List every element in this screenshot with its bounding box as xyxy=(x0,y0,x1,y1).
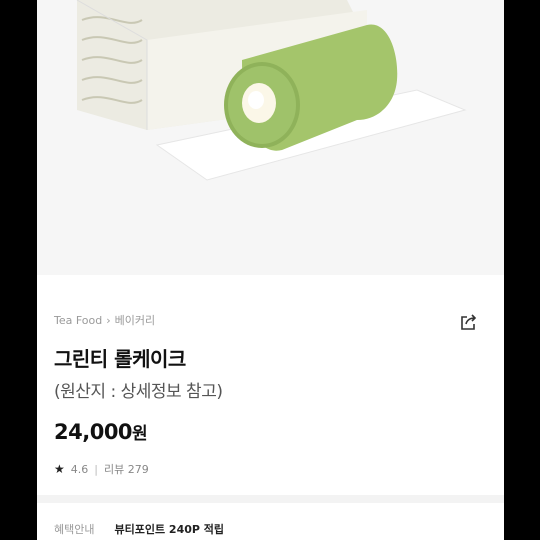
star-icon: ★ xyxy=(54,462,65,476)
price-unit: 원 xyxy=(132,424,148,444)
benefit-label: 혜택안내 xyxy=(54,523,95,536)
product-illustration xyxy=(76,0,467,181)
breadcrumb: Tea Food › 베이커리 xyxy=(54,312,155,328)
benefit-row: 혜택안내 뷰티포인트 240P 적립 xyxy=(54,521,224,537)
divider-bar: | xyxy=(94,462,98,476)
product-origin: (원산지 : 상세정보 참고) xyxy=(54,382,223,402)
benefit-value: 뷰티포인트 240P 적립 xyxy=(114,523,225,536)
app-screen: Tea Food › 베이커리 그린티 롤케이크 (원산지 : 상세정보 참고)… xyxy=(37,0,504,540)
breadcrumb-category[interactable]: Tea Food xyxy=(54,314,102,327)
share-icon xyxy=(461,314,477,330)
product-price: 24,000원 xyxy=(54,419,148,444)
breadcrumb-subcategory[interactable]: 베이커리 xyxy=(115,312,155,328)
section-divider xyxy=(37,495,504,503)
price-value: 24,000 xyxy=(54,420,133,444)
product-title: 그린티 롤케이크 xyxy=(54,347,186,371)
product-image[interactable] xyxy=(37,0,504,275)
chevron-right-icon: › xyxy=(106,313,111,327)
product-info: Tea Food › 베이커리 그린티 롤케이크 (원산지 : 상세정보 참고)… xyxy=(37,275,504,540)
review-count: 리뷰 279 xyxy=(103,463,149,476)
share-button[interactable] xyxy=(459,312,479,332)
rating-value: 4.6 xyxy=(70,462,89,476)
rating-summary[interactable]: ★ 4.6 | 리뷰 279 xyxy=(54,461,149,477)
